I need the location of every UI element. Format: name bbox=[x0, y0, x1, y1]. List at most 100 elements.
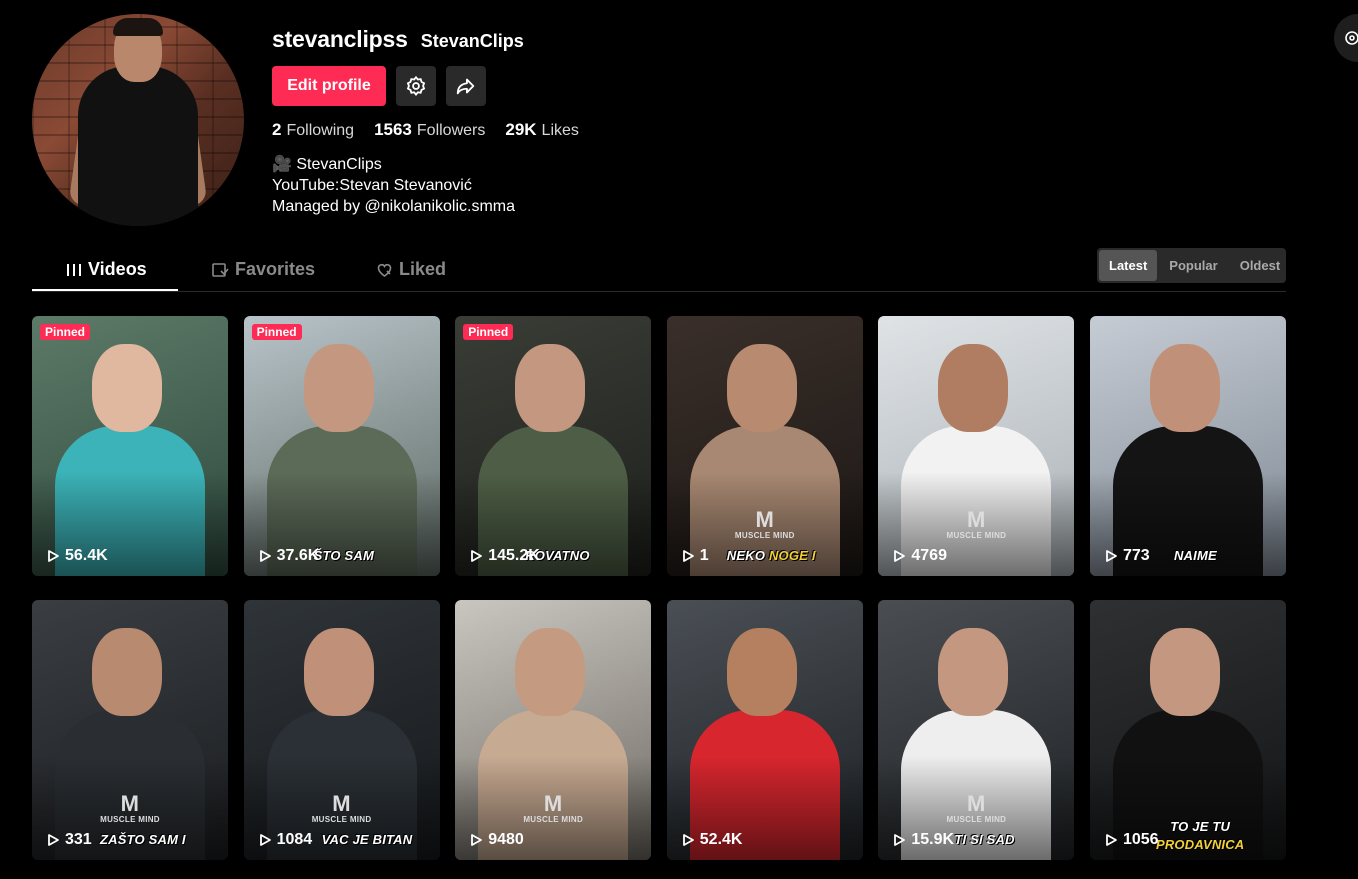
brand-watermark: M MUSCLE MIND bbox=[311, 791, 372, 825]
tab-videos[interactable]: Videos bbox=[66, 248, 147, 291]
brand-text: MUSCLE MIND bbox=[523, 815, 584, 824]
tab-favorites[interactable]: Favorites bbox=[212, 248, 315, 291]
video-caption-overlay: TI SI SAD bbox=[954, 832, 1014, 847]
video-caption-overlay: ŠTO SAM bbox=[314, 548, 374, 563]
caption-text: TO JE TU bbox=[1170, 819, 1231, 834]
bio-line: YouTube:Stevan Stevanović bbox=[272, 177, 472, 194]
profile-username: stevanclipss bbox=[272, 26, 408, 52]
play-icon bbox=[471, 834, 483, 846]
likes-count: 29K bbox=[505, 120, 537, 139]
video-card[interactable]: M MUSCLE MIND ZAŠTO SAM I 331 bbox=[32, 600, 228, 860]
followers-stat[interactable]: 1563 Followers bbox=[374, 120, 485, 140]
pinned-badge: Pinned bbox=[40, 324, 91, 340]
view-count: 331 bbox=[46, 831, 92, 849]
brand-text: MUSCLE MIND bbox=[946, 531, 1007, 540]
view-count-text: 56.4K bbox=[65, 547, 108, 564]
edit-profile-button[interactable]: Edit profile bbox=[272, 66, 386, 106]
settings-button[interactable] bbox=[396, 66, 436, 106]
caption-highlight: NOGE I bbox=[768, 548, 816, 563]
sort-oldest[interactable]: Oldest bbox=[1230, 250, 1290, 281]
view-count: 1056 bbox=[1104, 831, 1159, 849]
thumbnail-gradient bbox=[1089, 316, 1286, 576]
brand-watermark: M MUSCLE MIND bbox=[523, 791, 584, 825]
view-count: 52.4K bbox=[681, 831, 743, 849]
following-label: Following bbox=[286, 122, 355, 139]
video-caption-overlay: VAC JE BITAN bbox=[322, 832, 413, 847]
view-count-text: 15.9K bbox=[911, 831, 955, 848]
view-count: 1 bbox=[681, 547, 709, 565]
sort-latest[interactable]: Latest bbox=[1099, 250, 1158, 281]
sort-segmented-control: Latest Popular Oldest bbox=[1097, 248, 1286, 283]
view-count-text: 331 bbox=[65, 831, 92, 848]
caption-text: ZAŠTO SAM I bbox=[100, 832, 186, 847]
view-count: 37.6K bbox=[258, 547, 320, 565]
play-icon bbox=[259, 550, 271, 562]
video-card[interactable]: 52.4K bbox=[666, 600, 863, 860]
followers-label: Followers bbox=[416, 122, 486, 139]
play-icon bbox=[48, 834, 59, 846]
brand-text: MUSCLE MIND bbox=[734, 531, 795, 540]
video-card[interactable]: M MUSCLE MIND 4769 bbox=[878, 316, 1075, 576]
video-card[interactable]: Pinned 56.4K bbox=[32, 316, 228, 576]
video-caption-overlay: TO JE TU PRODAVNICA bbox=[1156, 818, 1244, 854]
view-count-text: 145.2K bbox=[488, 547, 540, 564]
view-count-text: 9480 bbox=[488, 831, 524, 848]
following-stat[interactable]: 2 Following bbox=[272, 120, 354, 140]
view-count-text: 1084 bbox=[276, 831, 313, 848]
brand-text: MUSCLE MIND bbox=[311, 815, 372, 824]
pinned-badge: Pinned bbox=[251, 324, 302, 340]
sort-popular[interactable]: Popular bbox=[1159, 250, 1227, 281]
bio-line[interactable]: Managed by @nikolanikolic.smma bbox=[272, 196, 515, 217]
bookmark-icon bbox=[212, 262, 229, 277]
view-count-text: 52.4K bbox=[699, 831, 743, 848]
thumbnail-gradient bbox=[455, 316, 652, 576]
avatar-hair bbox=[113, 18, 163, 36]
view-count-text: 37.6K bbox=[276, 547, 320, 564]
play-icon bbox=[1106, 550, 1117, 562]
brand-watermark: M MUSCLE MIND bbox=[946, 791, 1007, 825]
video-grid: Pinned 56.4K Pinned ŠTO SAM 37.6K Pinned ROVAT… bbox=[32, 316, 1286, 860]
caption-text: NEKO bbox=[726, 548, 769, 563]
view-count: 9480 bbox=[469, 831, 524, 849]
pinned-badge: Pinned bbox=[463, 324, 514, 340]
video-card[interactable]: M MUSCLE MIND TI SI SAD 15.9K bbox=[878, 600, 1075, 860]
video-caption-overlay: NEKO NOGE I bbox=[727, 548, 816, 563]
profile-name-row: stevanclipss StevanClips bbox=[272, 26, 524, 53]
view-count-text: 773 bbox=[1122, 547, 1150, 564]
following-count: 2 bbox=[272, 120, 282, 139]
thumbnail-gradient bbox=[243, 316, 440, 576]
video-caption-overlay: NAIME bbox=[1174, 548, 1217, 563]
likes-label: Likes bbox=[541, 122, 579, 139]
tab-liked[interactable]: Liked bbox=[376, 248, 446, 291]
play-icon bbox=[682, 550, 694, 562]
profile-actions: Edit profile bbox=[272, 66, 486, 106]
brand-text: MUSCLE MIND bbox=[946, 815, 1007, 824]
view-count: 145.2K bbox=[469, 547, 540, 565]
view-count: 15.9K bbox=[892, 831, 954, 849]
video-card[interactable]: M MUSCLE MIND NEKO NOGE I 1 bbox=[666, 316, 863, 576]
heart-icon bbox=[377, 263, 392, 277]
tab-label: Liked bbox=[399, 259, 447, 279]
video-card[interactable]: Pinned ŠTO SAM 37.6K bbox=[243, 316, 440, 576]
video-card[interactable]: Pinned ROVATNO 145.2K bbox=[455, 316, 652, 576]
profile-avatar[interactable] bbox=[32, 14, 244, 226]
caption-text: ŠTO SAM bbox=[313, 548, 374, 563]
bio-line: 🎥 StevanClips bbox=[272, 156, 382, 173]
play-icon bbox=[471, 550, 483, 562]
view-count: 56.4K bbox=[46, 547, 108, 565]
video-card[interactable]: TO JE TU PRODAVNICA 1056 bbox=[1089, 600, 1286, 860]
video-card[interactable]: M MUSCLE MIND 9480 bbox=[455, 600, 652, 860]
gear-icon bbox=[406, 75, 426, 96]
caption-text: VAC JE BITAN bbox=[321, 832, 413, 847]
view-count: 4769 bbox=[892, 547, 947, 565]
video-card[interactable]: NAIME 773 bbox=[1089, 316, 1286, 576]
eye-icon bbox=[1345, 31, 1358, 45]
grid-icon bbox=[67, 263, 81, 276]
share-button[interactable] bbox=[446, 66, 486, 106]
profile-stats: 2 Following 1563 Followers 29K Likes bbox=[272, 120, 579, 140]
play-icon bbox=[894, 550, 906, 562]
play-icon bbox=[48, 550, 59, 562]
thumbnail-gradient bbox=[666, 600, 863, 860]
video-card[interactable]: M MUSCLE MIND VAC JE BITAN 1084 bbox=[243, 600, 440, 860]
side-action-button[interactable] bbox=[1334, 14, 1358, 62]
